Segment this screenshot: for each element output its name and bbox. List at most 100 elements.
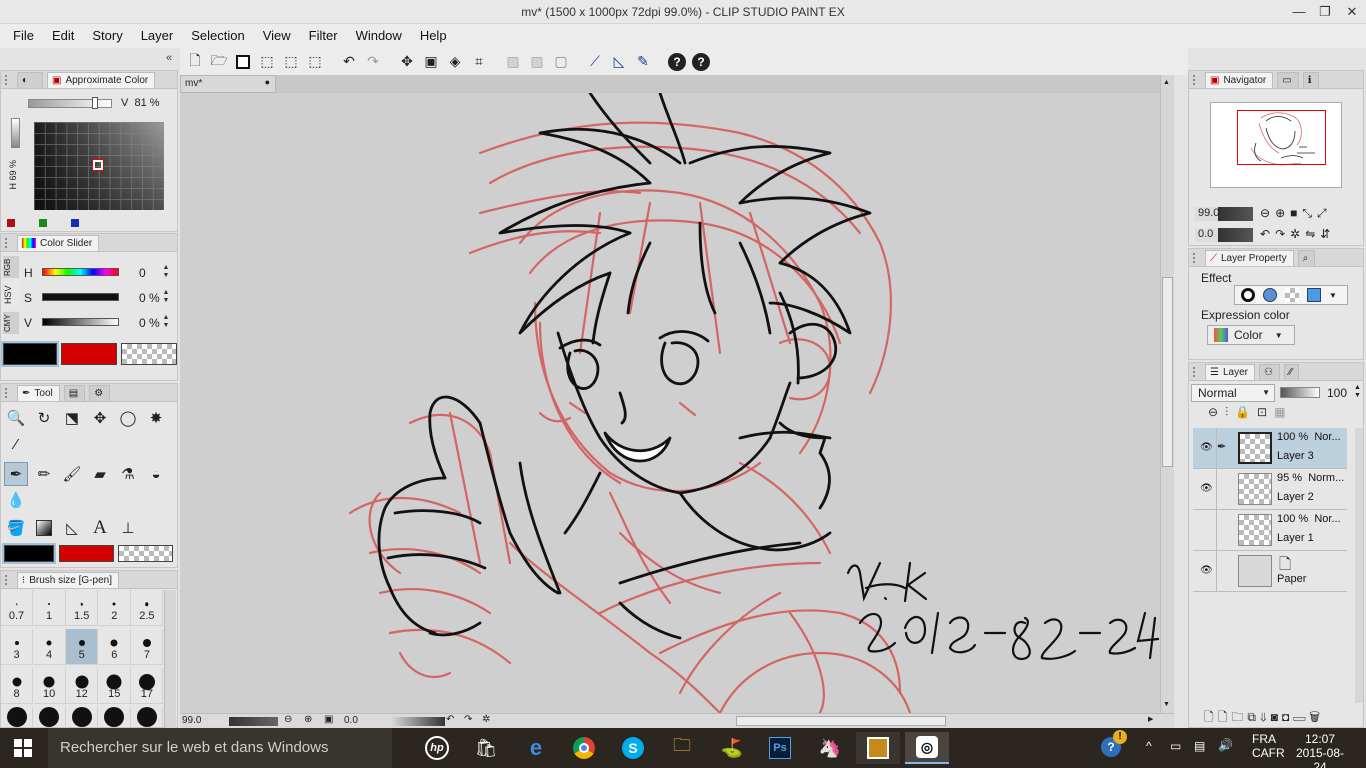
resize-icon[interactable]: ▣ [420,51,442,73]
horizontal-scroll-thumb[interactable] [736,716,946,726]
balloon-icon[interactable]: ⊥ [116,516,140,540]
cmy-mode-tab[interactable]: CMY [3,312,19,334]
brush-size-option[interactable]: 6 [98,629,131,665]
menu-story[interactable]: Story [83,24,131,48]
navigator-rotate-buttons[interactable]: ↶↷✲⇋⇵ [1260,227,1335,241]
sub-color-swatch[interactable] [61,343,117,365]
drawing-canvas[interactable] [180,93,1160,713]
brush-size-option[interactable]: 8 [1,668,33,704]
help-tray-icon[interactable]: ?! [1101,730,1127,757]
close-button[interactable]: ✕ [1339,0,1365,24]
layer-scrollbar[interactable] [1355,428,1363,703]
accent-red-swatch[interactable] [7,219,15,227]
clock[interactable]: 12:07 2015-08-24 [1292,732,1348,768]
opacity-slider[interactable] [1280,387,1320,398]
move-layer-icon[interactable]: ✥ [88,406,112,430]
nav-rotate-right-icon[interactable]: ↷ [1275,227,1290,241]
reference-icon[interactable]: ⫶ [1225,405,1235,419]
blend-icon[interactable]: 💧 [4,488,28,512]
explorer-icon[interactable]: 🗀 [660,732,704,764]
subtool-tab[interactable]: ▤ [63,384,86,401]
navigator-zoom[interactable]: 99.0 [1195,207,1253,221]
figure-icon[interactable]: ◺ [60,516,84,540]
eye-icon[interactable]: 👁 [1200,483,1213,494]
lasso-icon[interactable]: ◯ [116,406,140,430]
tool-main-color[interactable] [2,543,56,564]
brush-size-option[interactable]: 7 [131,629,164,665]
eye-icon[interactable]: 👁 [1200,442,1213,453]
hue-slider[interactable] [11,118,20,148]
saturation-track[interactable] [42,293,119,301]
zoom-icon[interactable]: 🔍 [4,406,28,430]
new-vector-layer-icon[interactable]: 🗋 [1218,710,1232,724]
tool-sub-color[interactable] [59,545,114,562]
panel-grip-icon[interactable] [5,237,13,248]
show-hidden-icon[interactable]: ^ [1146,739,1152,753]
menu-file[interactable]: File [4,24,43,48]
reset-rotation-icon[interactable]: ✲ [482,714,490,725]
value-slider[interactable] [28,99,112,108]
help-icon[interactable]: ? [666,51,688,73]
create-mask-icon[interactable]: ◙ [1271,710,1282,724]
rgb-mode-tab[interactable]: RGB [3,256,19,278]
navigator-rotation[interactable]: 0.0 [1195,228,1253,242]
volume-icon[interactable]: 🔊 [1218,738,1233,752]
v-stepper[interactable]: ▲ ▼ [161,314,171,332]
collapse-left-icon[interactable]: « [166,52,172,64]
skype-icon[interactable]: S [611,732,655,764]
airbrush-icon[interactable]: ▰ [88,462,112,486]
tool-property-tab[interactable]: ⚙ [89,384,111,401]
rotate-right-icon[interactable]: ↷ [464,714,472,725]
info-tab[interactable]: ℹ [1302,71,1319,88]
zoom-slider[interactable] [208,717,278,726]
help-icon-2[interactable]: ? [690,51,712,73]
crop-icon[interactable]: ⌗ [468,51,490,73]
scroll-up-icon[interactable]: ▲ [1163,79,1170,86]
zoom-in-icon[interactable]: ⊕ [304,714,312,725]
text-icon[interactable]: A [88,516,112,540]
nav-flip-h-icon[interactable]: ⇋ [1305,227,1320,241]
brush-size-option[interactable]: 17 [131,668,164,704]
pony-icon[interactable]: 🦄 [808,732,852,764]
brush-size-option[interactable] [99,707,131,728]
hue-track[interactable] [42,268,119,276]
transform-icon[interactable]: ✥ [396,51,418,73]
open-folder-icon[interactable]: 🗁 [208,51,230,73]
new-file-icon[interactable]: 🗋 [184,51,206,73]
edge-icon[interactable]: e [514,732,558,764]
panel-grip-icon[interactable] [1193,366,1201,377]
approx-color-tab[interactable]: ▣ Approximate Color [47,71,156,88]
navigator-thumbnail[interactable] [1210,102,1342,188]
panel-grip-icon[interactable] [5,574,13,585]
tool-transparent-color[interactable] [118,545,173,562]
blend-mode-select[interactable]: Normal ▼ [1191,384,1275,402]
opacity-stepper[interactable]: ▲ ▼ [1354,384,1361,400]
taskbar-search-box[interactable]: Rechercher sur le web et dans Windows [48,728,392,768]
battery-icon[interactable]: ▭ [1170,739,1181,753]
golf-icon[interactable]: ⛳ [710,732,754,764]
lock-icon[interactable]: 🔒 [1235,405,1257,419]
material-tab[interactable]: ⚇ [1258,363,1280,380]
color-slider-tab[interactable]: Color Slider [17,234,100,251]
brush-size-option[interactable]: 1 [33,590,66,626]
clear-icon[interactable]: ▨ [502,51,524,73]
new-folder-icon[interactable]: 🗀 [1231,710,1247,724]
apply-mask-icon[interactable]: ◘ [1282,710,1293,724]
menu-edit[interactable]: Edit [43,24,83,48]
rotation-readout[interactable]: 0.0 [344,715,358,726]
brush-size-option[interactable]: 10 [33,668,66,704]
canvas-vertical-scrollbar[interactable]: ▲ ▼ [1160,75,1174,716]
clip-icon[interactable]: ⊖ [1208,405,1225,419]
minimize-button[interactable]: — [1286,0,1312,24]
select-icon[interactable]: ⬚ [256,51,278,73]
brush-size-option[interactable] [131,707,164,728]
document-tab[interactable]: mv* ● [180,75,276,93]
language-indicator[interactable]: FRA CAFR [1252,732,1285,760]
document-tab-close-icon[interactable]: ● [265,77,270,87]
magic-wand-icon[interactable]: ✸ [144,406,168,430]
brush-size-option[interactable]: 3 [1,629,33,665]
brush-size-scrollbar[interactable] [164,590,176,728]
brush-icon[interactable]: 🖌 [60,462,84,486]
panel-grip-icon[interactable] [1193,252,1201,263]
brush-size-option[interactable]: 2.5 [131,590,164,626]
